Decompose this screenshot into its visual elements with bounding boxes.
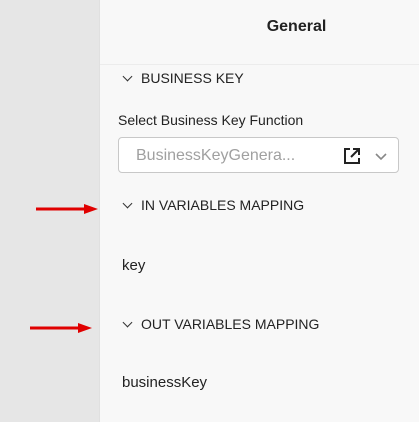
- section-out-variables-mapping[interactable]: OUT VARIABLES MAPPING: [122, 316, 320, 332]
- properties-panel: General BUSINESS KEY Select Business Key…: [99, 0, 419, 422]
- arrow-right-icon: [30, 323, 92, 333]
- chevron-down-icon: [122, 198, 133, 208]
- panel-title: General: [266, 18, 327, 35]
- chevron-down-icon: [122, 317, 133, 327]
- in-variable-key[interactable]: key: [122, 257, 145, 274]
- business-key-function-label: Select Business Key Function: [118, 112, 304, 128]
- section-out-variables-label: OUT VARIABLES MAPPING: [141, 316, 320, 332]
- external-link-icon[interactable]: [342, 146, 362, 166]
- section-business-key[interactable]: BUSINESS KEY: [122, 70, 244, 86]
- chevron-down-icon[interactable]: [375, 150, 387, 162]
- select-placeholder: BusinessKeyGenera...: [136, 147, 296, 164]
- section-business-key-label: BUSINESS KEY: [141, 70, 244, 86]
- arrow-right-icon: [36, 204, 98, 214]
- business-key-function-select[interactable]: BusinessKeyGenera...: [118, 137, 399, 173]
- section-in-variables-label: IN VARIABLES MAPPING: [141, 197, 305, 213]
- chevron-down-icon: [122, 71, 133, 81]
- title-divider: [100, 64, 419, 65]
- out-variable-business-key[interactable]: businessKey: [122, 374, 207, 391]
- screen: General BUSINESS KEY Select Business Key…: [0, 0, 419, 422]
- section-in-variables-mapping[interactable]: IN VARIABLES MAPPING: [122, 197, 305, 213]
